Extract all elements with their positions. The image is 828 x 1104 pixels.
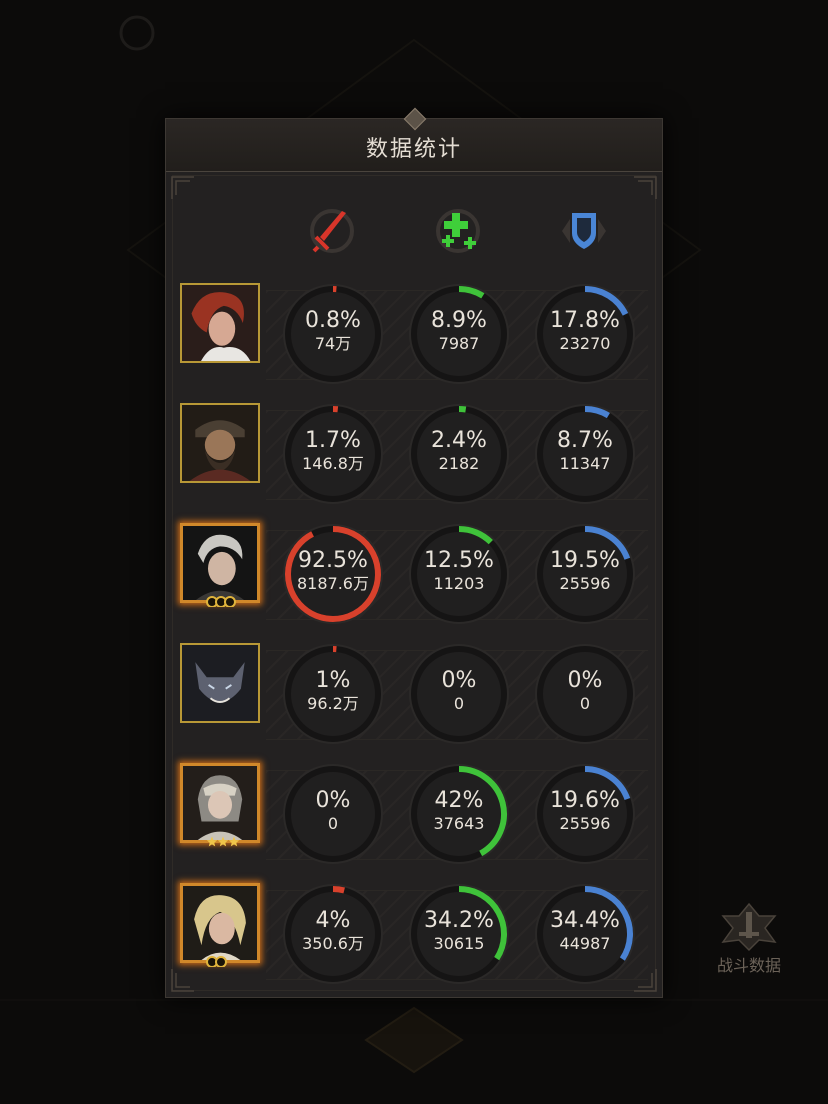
hero-portrait-art xyxy=(182,285,258,361)
heal-percent: 8.9% xyxy=(431,308,487,333)
heal-ring: 8.9% 7987 xyxy=(406,281,512,387)
sword-icon xyxy=(310,209,354,253)
shield-value: 11347 xyxy=(559,454,611,473)
damage-value: 0 xyxy=(327,814,339,833)
damage-percent: 1% xyxy=(315,668,351,693)
shield-value: 44987 xyxy=(559,934,611,953)
corner-ornament-top-left xyxy=(171,176,194,199)
heal-value: 30615 xyxy=(433,934,485,953)
heal-ring: 42% 37643 xyxy=(406,761,512,867)
stats-panel: 数据统计 0.8% 74万 8.9% 7987 17.8% 23270 1.7% 146.8万… xyxy=(165,107,663,998)
shield-ring: 17.8% 23270 xyxy=(532,281,638,387)
heal-percent: 34.2% xyxy=(424,908,494,933)
hero-portrait-art xyxy=(182,405,258,481)
damage-percent: 92.5% xyxy=(298,548,368,573)
stat-icons-row xyxy=(166,203,662,273)
heal-percent: 42% xyxy=(434,788,484,813)
damage-ring: 0.8% 74万 xyxy=(280,281,386,387)
damage-value: 8187.6万 xyxy=(297,574,369,593)
corner-ornament-bottom-left xyxy=(171,969,194,992)
hero-portrait-werewolf[interactable] xyxy=(180,643,260,723)
heal-value: 11203 xyxy=(433,574,485,593)
shield-percent: 0% xyxy=(567,668,603,693)
hero-portrait-masked-priestess[interactable] xyxy=(180,763,260,843)
damage-value: 74万 xyxy=(314,334,352,353)
heal-percent: 2.4% xyxy=(431,428,487,453)
shield-value: 25596 xyxy=(559,814,611,833)
damage-percent: 4% xyxy=(315,908,351,933)
hero-portrait-art xyxy=(183,766,257,840)
hero-portrait-art xyxy=(182,645,258,721)
tier-stars-badge-icon xyxy=(206,836,240,847)
shield-percent: 8.7% xyxy=(557,428,613,453)
damage-ring: 1% 96.2万 xyxy=(280,641,386,747)
corner-ornament-top-right xyxy=(634,176,657,199)
shield-ring: 34.4% 44987 xyxy=(532,881,638,987)
damage-progress-arc xyxy=(332,886,345,894)
shield-icon xyxy=(562,213,606,249)
damage-percent: 1.7% xyxy=(305,428,361,453)
shield-ring: 19.6% 25596 xyxy=(532,761,638,867)
heal-ring: 2.4% 2182 xyxy=(406,401,512,507)
hero-portrait-art xyxy=(183,886,257,960)
damage-value: 350.6万 xyxy=(302,934,364,953)
heal-percent: 0% xyxy=(441,668,477,693)
damage-ring: 0% 0 xyxy=(280,761,386,867)
heal-ring: 0% 0 xyxy=(406,641,512,747)
hero-portrait-red-haired-hero[interactable] xyxy=(180,283,260,363)
hero-portrait-silver-haired-hero[interactable] xyxy=(180,523,260,603)
battle-data-emblem-icon xyxy=(721,902,777,952)
shield-value: 0 xyxy=(579,694,591,713)
heal-ring: 34.2% 30615 xyxy=(406,881,512,987)
damage-ring: 4% 350.6万 xyxy=(280,881,386,987)
shield-ring: 8.7% 11347 xyxy=(532,401,638,507)
panel-title: 数据统计 xyxy=(365,137,462,162)
damage-percent: 0% xyxy=(315,788,351,813)
hero-portrait-bearded-warrior[interactable] xyxy=(180,403,260,483)
damage-ring: 1.7% 146.8万 xyxy=(280,401,386,507)
shield-percent: 17.8% xyxy=(550,308,620,333)
shield-percent: 34.4% xyxy=(550,908,620,933)
damage-ring: 92.5% 8187.6万 xyxy=(280,521,386,627)
shield-percent: 19.5% xyxy=(550,548,620,573)
tier-coins-badge-icon xyxy=(206,956,227,967)
damage-percent: 0.8% xyxy=(305,308,361,333)
damage-value: 96.2万 xyxy=(307,694,359,713)
heal-plus-icon xyxy=(436,209,480,253)
heal-percent: 12.5% xyxy=(424,548,494,573)
battle-data-button[interactable]: 战斗数据 xyxy=(712,902,786,975)
shield-percent: 19.6% xyxy=(550,788,620,813)
battle-data-label: 战斗数据 xyxy=(716,956,781,975)
shield-ring: 19.5% 25596 xyxy=(532,521,638,627)
heal-progress-arc xyxy=(458,406,467,413)
hero-portrait-art xyxy=(183,526,257,600)
heal-value: 7987 xyxy=(438,334,480,353)
hero-portrait-blonde-elf[interactable] xyxy=(180,883,260,963)
tier-coins-badge-icon xyxy=(206,596,236,607)
heal-value: 37643 xyxy=(433,814,485,833)
heal-value: 0 xyxy=(453,694,465,713)
damage-value: 146.8万 xyxy=(302,454,364,473)
heal-value: 2182 xyxy=(438,454,480,473)
heal-ring: 12.5% 11203 xyxy=(406,521,512,627)
shield-value: 23270 xyxy=(559,334,611,353)
shield-value: 25596 xyxy=(559,574,611,593)
panel-header: 数据统计 xyxy=(166,107,662,172)
shield-ring: 0% 0 xyxy=(532,641,638,747)
